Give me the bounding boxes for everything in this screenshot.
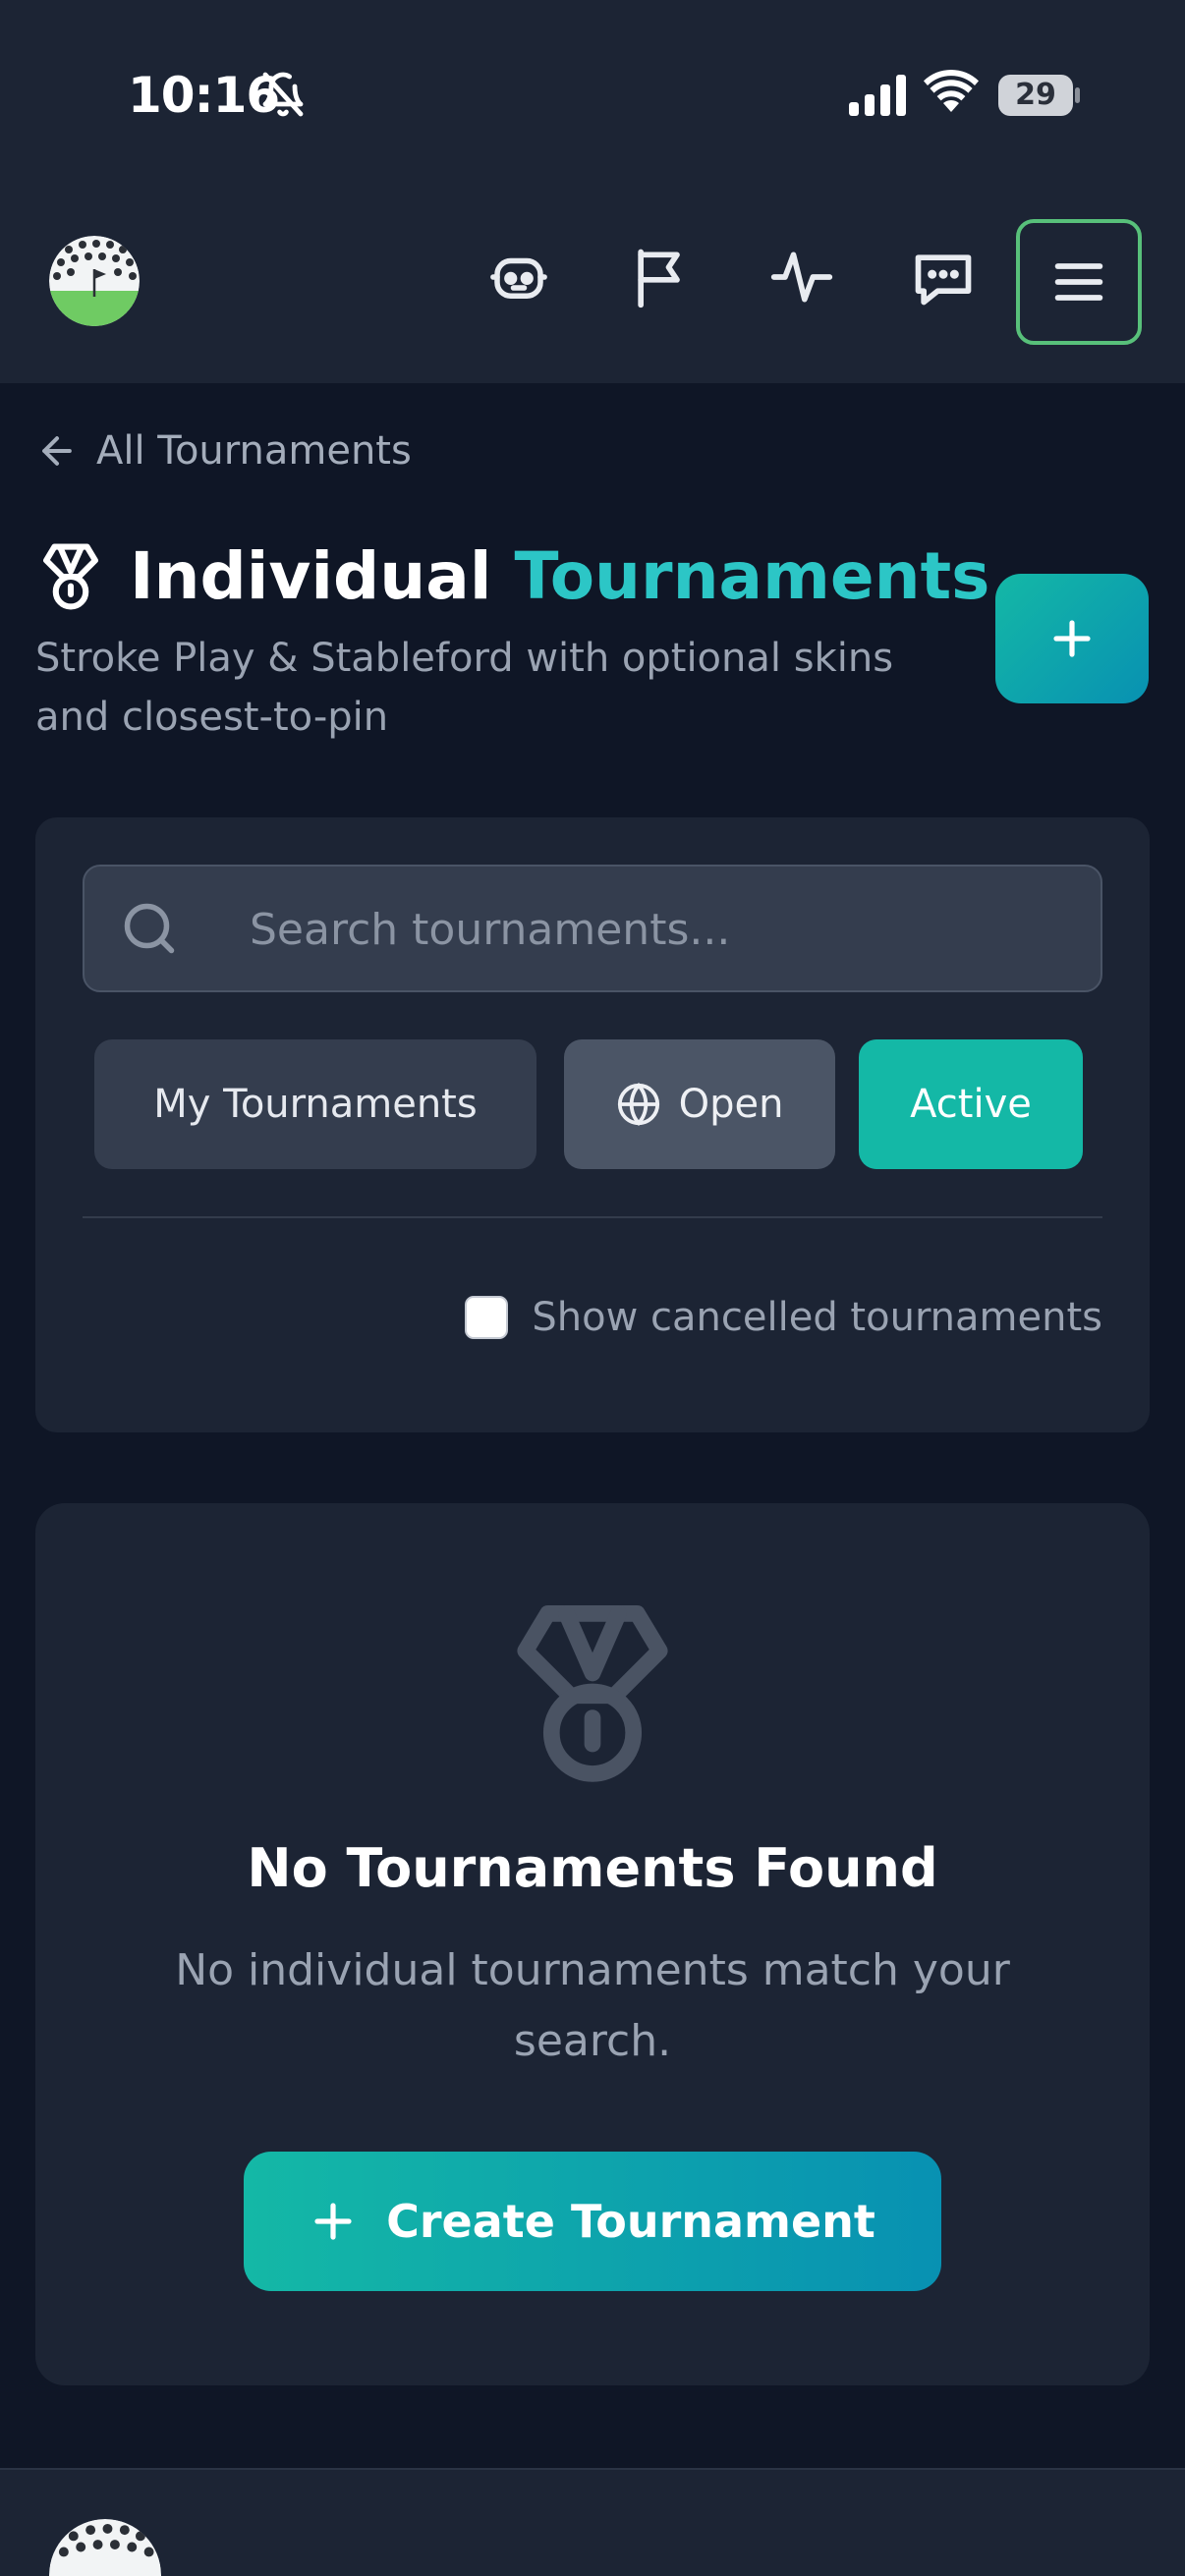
battery-icon: 29 bbox=[998, 75, 1081, 116]
menu-button[interactable] bbox=[1016, 219, 1142, 345]
filter-card: My Tournaments Open Active Show cancelle… bbox=[35, 817, 1150, 1432]
empty-state-card: No Tournaments Found No individual tourn… bbox=[35, 1503, 1150, 2385]
menu-icon bbox=[1054, 263, 1103, 301]
globe-icon bbox=[617, 1082, 659, 1127]
title-part-individual: Individual bbox=[130, 538, 492, 614]
back-to-all-tournaments-link[interactable]: All Tournaments bbox=[35, 428, 412, 474]
filter-active[interactable]: Active bbox=[859, 1039, 1083, 1169]
golf-ball-logo bbox=[49, 2519, 161, 2576]
filter-open[interactable]: Open bbox=[564, 1039, 835, 1169]
show-cancelled-label: Show cancelled tournaments bbox=[532, 1295, 1102, 1340]
divider bbox=[83, 1216, 1102, 1218]
show-cancelled-checkbox[interactable] bbox=[465, 1296, 509, 1339]
activity-icon[interactable] bbox=[764, 240, 839, 314]
wifi-icon bbox=[924, 69, 979, 112]
page-subtitle: Stroke Play & Stableford with optional s… bbox=[35, 636, 894, 740]
golf-ball-logo[interactable] bbox=[49, 236, 140, 326]
flag-icon[interactable] bbox=[623, 240, 698, 314]
empty-state-title: No Tournaments Found bbox=[247, 1837, 938, 1899]
status-time: 10:16 bbox=[128, 67, 280, 124]
search-input[interactable] bbox=[250, 894, 1075, 965]
title-part-tournaments: Tournaments bbox=[514, 538, 990, 614]
create-tournament-label: Create Tournament bbox=[386, 2195, 875, 2248]
page-title: Individual Tournaments bbox=[37, 538, 989, 614]
add-tournament-button[interactable] bbox=[995, 574, 1149, 703]
plus-icon bbox=[314, 2203, 352, 2240]
page: 10:16 29 All Tournaments Individual Tour… bbox=[0, 0, 1185, 2576]
plus-icon bbox=[1053, 620, 1091, 657]
filter-my-tournaments-label: My Tournaments bbox=[153, 1082, 478, 1127]
search-box[interactable] bbox=[83, 865, 1102, 992]
app-header: 10:16 29 bbox=[0, 0, 1185, 383]
empty-state-description: No individual tournaments match your sea… bbox=[175, 1945, 1010, 2066]
medal-icon bbox=[43, 542, 98, 610]
show-cancelled-toggle[interactable]: Show cancelled tournaments bbox=[465, 1295, 1102, 1340]
battery-level: 29 bbox=[1015, 78, 1056, 112]
filter-my-tournaments[interactable]: My Tournaments bbox=[94, 1039, 536, 1169]
filter-active-label: Active bbox=[910, 1082, 1032, 1127]
message-icon[interactable] bbox=[906, 240, 981, 314]
create-tournament-button[interactable]: Create Tournament bbox=[244, 2152, 941, 2291]
search-icon bbox=[124, 903, 175, 954]
footer bbox=[0, 2468, 1185, 2576]
back-link-label: All Tournaments bbox=[96, 428, 412, 474]
signal-icon bbox=[849, 75, 906, 116]
medal-icon bbox=[517, 1605, 668, 1782]
robot-icon[interactable] bbox=[481, 240, 556, 314]
arrow-left-icon bbox=[42, 436, 72, 466]
filter-open-label: Open bbox=[678, 1082, 784, 1127]
bell-off-icon bbox=[262, 72, 304, 117]
battery-nub bbox=[1075, 87, 1080, 103]
